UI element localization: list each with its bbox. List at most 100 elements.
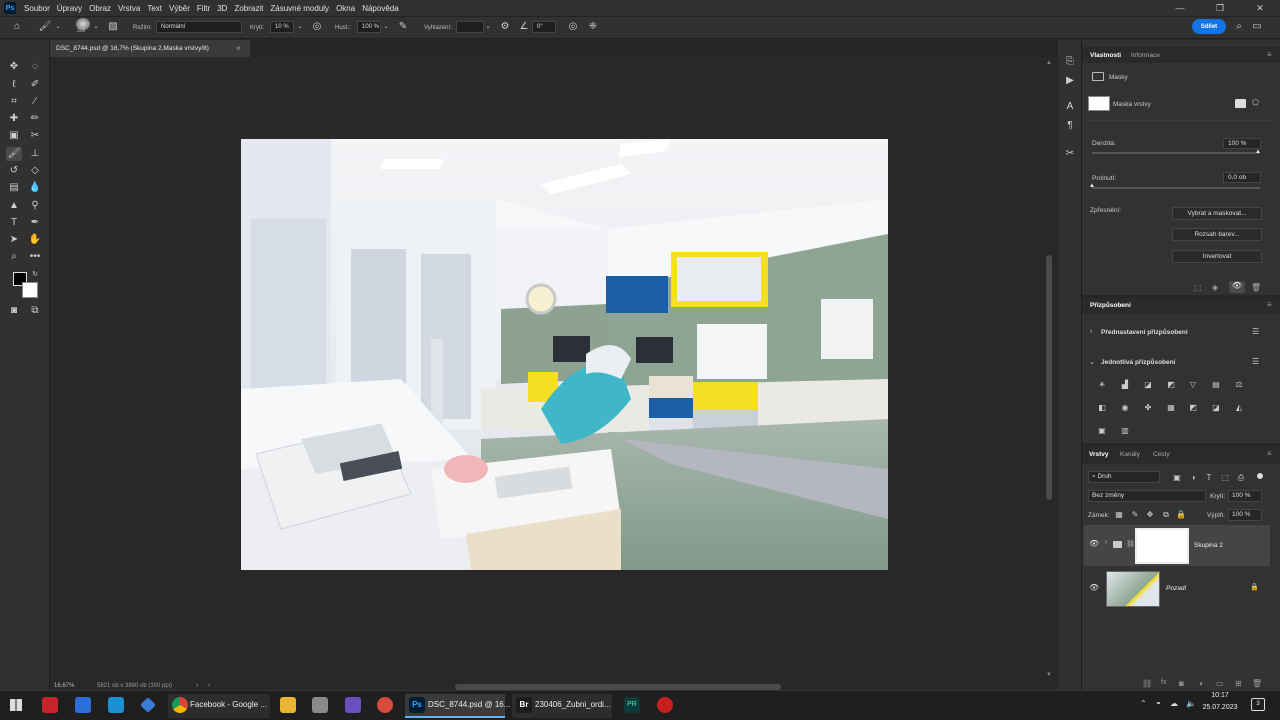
adjustment-presets[interactable]: Přednastavení přizpůsobení: [1101, 329, 1188, 336]
vector-mask-icon[interactable]: ⬠: [1252, 98, 1259, 107]
taskbar-app-icon[interactable]: [108, 697, 124, 713]
vibrance-icon[interactable]: ▽: [1188, 380, 1198, 390]
list-view-icon[interactable]: ☰: [1252, 357, 1259, 366]
lock-transparency-icon[interactable]: ▦: [1114, 510, 1124, 520]
patch-tool-icon[interactable]: ▣: [6, 129, 22, 143]
scroll-left-icon[interactable]: ‹: [208, 682, 210, 689]
layer-row-pozadi[interactable]: 👁 Pozadí 🔒: [1084, 568, 1270, 609]
tab-vrstvy[interactable]: Vrstvy: [1089, 451, 1109, 458]
hue-saturation-icon[interactable]: ▤: [1211, 380, 1221, 390]
menu-zasuvne-moduly[interactable]: Zásuvné moduly: [270, 4, 329, 13]
filter-pixel-icon[interactable]: ▣: [1172, 473, 1182, 483]
layer-name[interactable]: Skupina 2: [1194, 542, 1223, 549]
layer-thumbnail[interactable]: [1106, 571, 1160, 607]
windows-start-icon[interactable]: [10, 699, 22, 711]
character-panel-icon[interactable]: A: [1062, 100, 1078, 114]
brush-settings-icon[interactable]: ▧: [106, 21, 120, 33]
spot-heal-tool-icon[interactable]: ✚: [6, 112, 22, 126]
chevron-down-icon[interactable]: ⌄: [382, 21, 390, 33]
filter-smart-icon[interactable]: ⎙: [1236, 473, 1246, 483]
tab-kanaly[interactable]: Kanály: [1120, 451, 1140, 458]
filter-toggle-icon[interactable]: [1257, 473, 1263, 479]
paragraph-panel-icon[interactable]: ¶: [1062, 119, 1078, 133]
density-input[interactable]: 100 %: [1223, 138, 1261, 149]
workspace-icon[interactable]: ▭: [1250, 21, 1264, 33]
apply-mask-icon[interactable]: ◈: [1212, 283, 1218, 292]
tab-prizpusobeni[interactable]: Přizpůsobení: [1090, 302, 1131, 309]
vertical-scroll-thumb[interactable]: [1046, 255, 1052, 500]
curves-icon[interactable]: ◪: [1143, 380, 1153, 390]
selective-color-icon[interactable]: ▣: [1097, 426, 1107, 436]
actions-panel-icon[interactable]: ▶: [1062, 74, 1078, 88]
opacity-input[interactable]: 10 %: [270, 21, 294, 33]
photo-filter-icon[interactable]: ◉: [1120, 403, 1130, 413]
menu-vyber[interactable]: Výběr: [169, 4, 190, 13]
menu-napoveda[interactable]: Nápověda: [362, 4, 398, 13]
brush-tool-icon[interactable]: 🖌: [6, 147, 22, 161]
clock-date[interactable]: 25.07.2023: [1202, 704, 1238, 711]
folder-icon[interactable]: [280, 697, 296, 713]
taskbar-app-icon[interactable]: [75, 697, 91, 713]
add-mask-icon[interactable]: ◙: [1179, 679, 1184, 688]
filter-shape-icon[interactable]: ⬚: [1220, 473, 1230, 483]
menu-filtr[interactable]: Filtr: [197, 4, 210, 13]
screen-mode-icon[interactable]: ⧉: [27, 304, 43, 318]
chevron-down-icon[interactable]: ⌄: [484, 21, 492, 33]
quick-mask-icon[interactable]: ◙: [6, 304, 22, 318]
move-tool-icon[interactable]: ✥: [6, 60, 22, 74]
pressure-opacity-icon[interactable]: ◎: [310, 21, 324, 33]
flow-input[interactable]: 100 %: [357, 21, 381, 33]
load-selection-icon[interactable]: ⬚: [1194, 283, 1202, 292]
lock-pixels-icon[interactable]: ✎: [1130, 510, 1140, 520]
feather-slider-handle[interactable]: ▲: [1089, 183, 1095, 189]
marquee-tool-icon[interactable]: ◌: [27, 60, 43, 74]
hand-tool-icon[interactable]: ✋: [27, 233, 43, 247]
posterize-icon[interactable]: ◪: [1211, 403, 1221, 413]
scroll-up-icon[interactable]: ▲: [1046, 60, 1052, 66]
tab-vlastnosti[interactable]: Vlastnosti: [1090, 52, 1121, 59]
menu-3d[interactable]: 3D: [217, 4, 227, 13]
document-image[interactable]: [241, 139, 888, 570]
color-range-button[interactable]: Rozsah barev...: [1172, 228, 1262, 241]
pixel-mask-icon[interactable]: [1235, 99, 1246, 108]
list-view-icon[interactable]: ☰: [1252, 327, 1259, 336]
blend-mode-select[interactable]: Bez změny: [1088, 490, 1206, 502]
chevron-right-icon[interactable]: ›: [196, 682, 198, 689]
trash-icon[interactable]: 🗑: [1252, 679, 1262, 688]
chevron-right-icon[interactable]: ›: [1105, 539, 1107, 546]
stamp-tool-icon[interactable]: ⊥: [27, 147, 43, 161]
visibility-icon[interactable]: 👁: [1089, 539, 1099, 548]
gradient-tool-icon[interactable]: ▤: [6, 181, 22, 195]
airbrush-icon[interactable]: ✎: [396, 21, 410, 33]
mask-thumbnail[interactable]: [1088, 96, 1110, 111]
path-select-tool-icon[interactable]: ➤: [6, 233, 22, 247]
type-tool-icon[interactable]: T: [6, 216, 22, 230]
lock-all-icon[interactable]: 🔒: [1176, 510, 1186, 520]
close-tab-icon[interactable]: ×: [236, 40, 246, 57]
content-move-tool-icon[interactable]: ✂: [27, 129, 43, 143]
search-icon[interactable]: ⌕: [1232, 21, 1246, 33]
lasso-tool-icon[interactable]: ℓ: [6, 78, 22, 92]
menu-vrstva[interactable]: Vrstva: [118, 4, 140, 13]
lock-artboard-icon[interactable]: ⧉: [1161, 510, 1171, 520]
sponge-tool-icon[interactable]: ⚲: [27, 199, 43, 213]
chevron-down-icon[interactable]: ⌄: [92, 21, 100, 33]
link-icon[interactable]: ⛓: [1126, 540, 1135, 548]
feather-input[interactable]: 0,0 ob: [1223, 172, 1261, 183]
panel-menu-icon[interactable]: ≡: [1267, 449, 1272, 458]
density-slider[interactable]: [1092, 152, 1260, 154]
zoom-level[interactable]: 16,67%: [54, 683, 74, 689]
chevron-down-icon[interactable]: ⌄: [1089, 358, 1095, 366]
menu-text[interactable]: Text: [147, 4, 162, 13]
menu-zobrazit[interactable]: Zobrazit: [234, 4, 263, 13]
symmetry-icon[interactable]: ❈: [586, 21, 600, 33]
trash-icon[interactable]: 🗑: [1251, 283, 1261, 292]
cloud-icon[interactable]: ☁: [1170, 699, 1178, 708]
close-window-icon[interactable]: ✕: [1240, 0, 1280, 16]
more-tools-icon[interactable]: •••: [27, 250, 43, 264]
document-info[interactable]: 5821 ob x 3880 ob (300 ppi): [97, 683, 172, 689]
tray-app-icon[interactable]: ◓: [1156, 699, 1161, 708]
eraser-tool-icon[interactable]: ◇: [27, 164, 43, 178]
tab-informace[interactable]: Informace: [1131, 52, 1160, 59]
fill-input[interactable]: 100 %: [1228, 509, 1262, 521]
